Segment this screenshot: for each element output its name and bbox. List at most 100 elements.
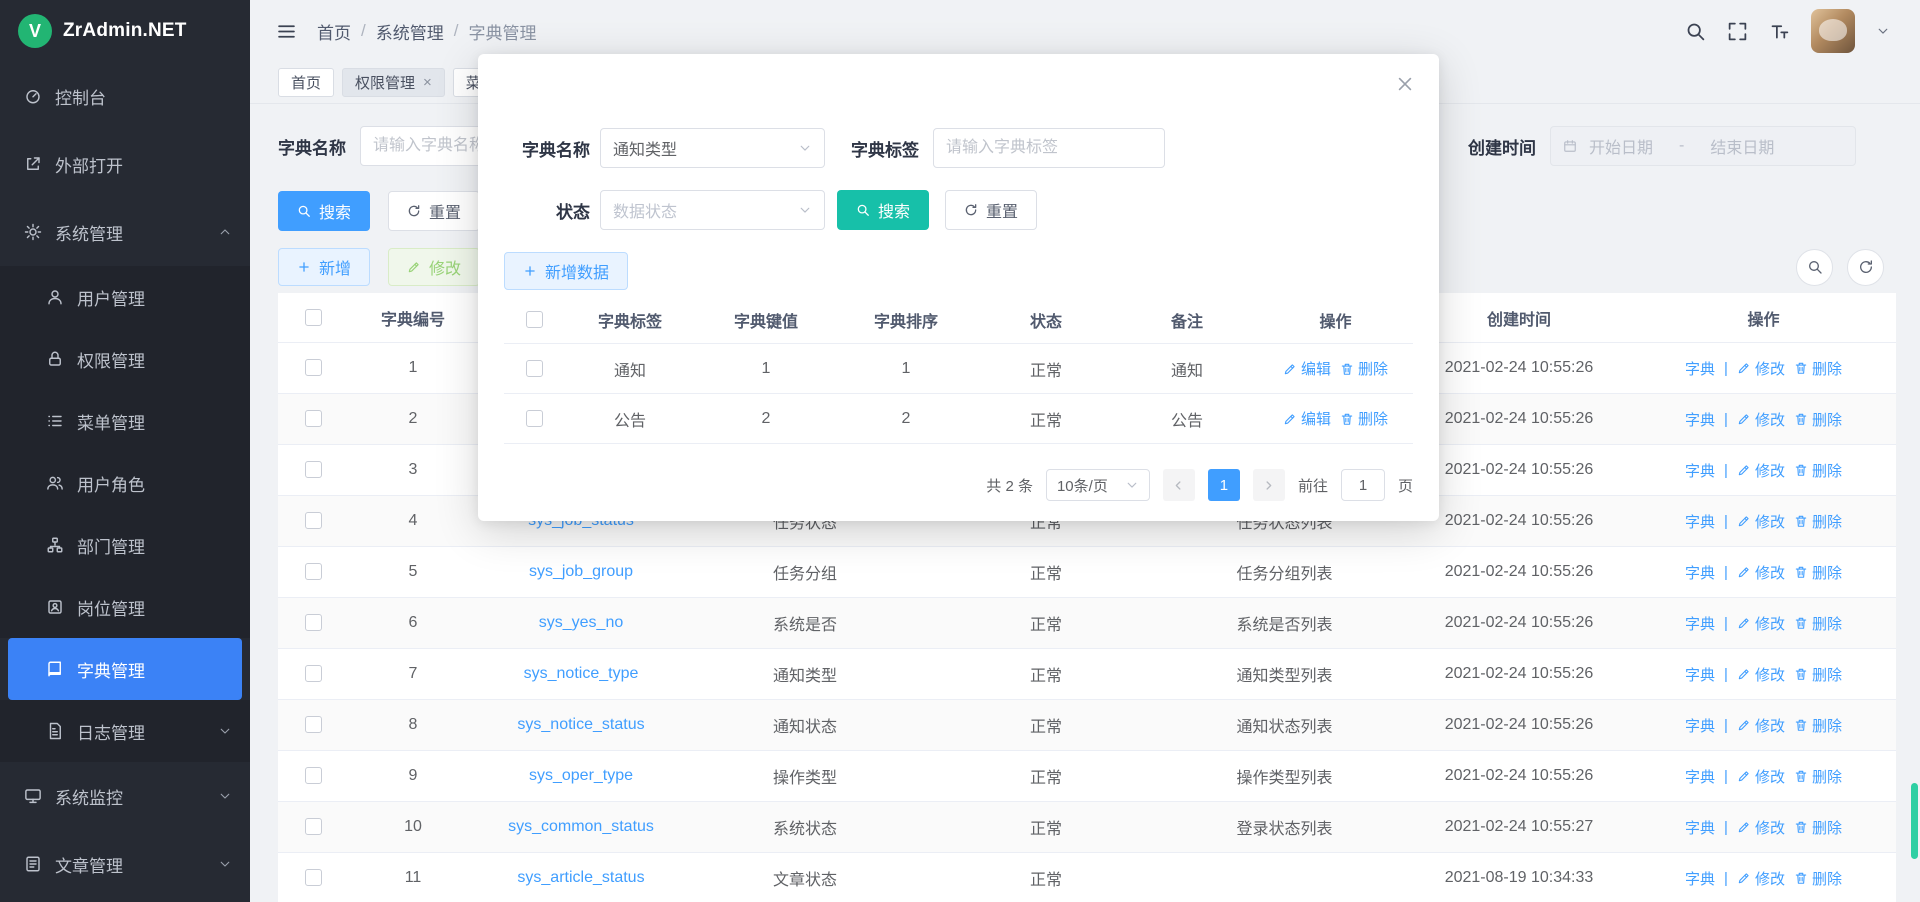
row-checkbox[interactable] bbox=[526, 410, 543, 427]
sidebar-item-user-role[interactable]: 用户角色 bbox=[0, 452, 250, 514]
modal-reset-button[interactable]: 重置 bbox=[945, 190, 1037, 230]
dict-label-input[interactable] bbox=[933, 128, 1165, 168]
dict-type-link[interactable]: sys_article_status bbox=[517, 869, 644, 886]
add-button[interactable]: 新增 bbox=[278, 248, 370, 286]
row-checkbox[interactable] bbox=[305, 461, 322, 478]
row-checkbox[interactable] bbox=[526, 360, 543, 377]
edit-link[interactable]: 修改 bbox=[1737, 460, 1785, 481]
goto-page-input[interactable] bbox=[1341, 469, 1385, 501]
dict-link[interactable]: 字典 bbox=[1685, 715, 1715, 736]
row-checkbox[interactable] bbox=[305, 512, 322, 529]
delete-link[interactable]: 删除 bbox=[1794, 766, 1842, 787]
edit-link[interactable]: 修改 bbox=[1737, 511, 1785, 532]
delete-link[interactable]: 删除 bbox=[1794, 511, 1842, 532]
dict-link[interactable]: 字典 bbox=[1685, 868, 1715, 889]
row-checkbox[interactable] bbox=[305, 665, 322, 682]
dict-name-select[interactable]: 通知类型 bbox=[600, 128, 825, 168]
dict-link[interactable]: 字典 bbox=[1685, 460, 1715, 481]
row-checkbox[interactable] bbox=[305, 767, 322, 784]
breadcrumb-item[interactable]: 首页 bbox=[317, 19, 351, 44]
tab-home[interactable]: 首页 bbox=[278, 68, 334, 97]
avatar[interactable] bbox=[1811, 9, 1855, 53]
dict-link[interactable]: 字典 bbox=[1685, 562, 1715, 583]
breadcrumb-item[interactable]: 系统管理 bbox=[376, 19, 444, 44]
edit-link[interactable]: 修改 bbox=[1737, 715, 1785, 736]
app-logo[interactable]: V ZrAdmin.NET bbox=[0, 0, 250, 62]
delete-link[interactable]: 删除 bbox=[1340, 408, 1388, 429]
sidebar-item-dashboard[interactable]: 控制台 bbox=[0, 62, 250, 130]
scrollbar-thumb[interactable] bbox=[1911, 783, 1918, 859]
delete-link[interactable]: 删除 bbox=[1794, 409, 1842, 430]
edit-button[interactable]: 修改 bbox=[388, 248, 480, 286]
delete-link[interactable]: 删除 bbox=[1794, 868, 1842, 889]
edit-link[interactable]: 编辑 bbox=[1283, 358, 1331, 379]
sidebar-item-user-management[interactable]: 用户管理 bbox=[0, 266, 250, 328]
sidebar-item-system-monitor[interactable]: 系统监控 bbox=[0, 762, 250, 830]
delete-link[interactable]: 删除 bbox=[1794, 460, 1842, 481]
row-checkbox[interactable] bbox=[305, 869, 322, 886]
date-range-picker[interactable]: 开始日期 - 结束日期 bbox=[1550, 126, 1856, 166]
edit-link[interactable]: 修改 bbox=[1737, 664, 1785, 685]
font-size-icon[interactable] bbox=[1769, 21, 1790, 42]
edit-link[interactable]: 修改 bbox=[1737, 868, 1785, 889]
delete-link[interactable]: 删除 bbox=[1794, 562, 1842, 583]
edit-link[interactable]: 修改 bbox=[1737, 766, 1785, 787]
dict-type-link[interactable]: sys_common_status bbox=[508, 818, 654, 835]
dict-link[interactable]: 字典 bbox=[1685, 613, 1715, 634]
dict-link[interactable]: 字典 bbox=[1685, 817, 1715, 838]
tab-permission[interactable]: 权限管理× bbox=[342, 68, 445, 97]
delete-link[interactable]: 删除 bbox=[1794, 715, 1842, 736]
edit-link[interactable]: 修改 bbox=[1737, 409, 1785, 430]
modal-search-button[interactable]: 搜索 bbox=[837, 190, 929, 230]
edit-link[interactable]: 修改 bbox=[1737, 358, 1785, 379]
page-number-button[interactable]: 1 bbox=[1208, 469, 1240, 501]
row-checkbox[interactable] bbox=[305, 563, 322, 580]
sidebar-item-permission-management[interactable]: 权限管理 bbox=[0, 328, 250, 390]
next-page-button[interactable] bbox=[1253, 469, 1285, 501]
sidebar-item-external-open[interactable]: 外部打开 bbox=[0, 130, 250, 198]
breadcrumb-item[interactable]: 字典管理 bbox=[468, 19, 536, 44]
select-all-checkbox[interactable] bbox=[305, 309, 322, 326]
edit-link[interactable]: 修改 bbox=[1737, 817, 1785, 838]
sidebar-item-system-management[interactable]: 系统管理 bbox=[0, 198, 250, 266]
reset-button[interactable]: 重置 bbox=[388, 191, 480, 231]
chevron-down-icon[interactable] bbox=[1876, 24, 1890, 38]
edit-link[interactable]: 编辑 bbox=[1283, 408, 1331, 429]
prev-page-button[interactable] bbox=[1163, 469, 1195, 501]
row-checkbox[interactable] bbox=[305, 716, 322, 733]
dict-link[interactable]: 字典 bbox=[1685, 664, 1715, 685]
dict-type-link[interactable]: sys_notice_type bbox=[524, 665, 639, 682]
sidebar-item-article-management[interactable]: 文章管理 bbox=[0, 830, 250, 898]
sidebar-item-dict-management[interactable]: 字典管理 bbox=[8, 638, 242, 700]
sidebar-item-post-management[interactable]: 岗位管理 bbox=[0, 576, 250, 638]
dict-link[interactable]: 字典 bbox=[1685, 358, 1715, 379]
status-select[interactable]: 数据状态 bbox=[600, 190, 825, 230]
row-checkbox[interactable] bbox=[305, 614, 322, 631]
edit-link[interactable]: 修改 bbox=[1737, 613, 1785, 634]
row-checkbox[interactable] bbox=[305, 410, 322, 427]
page-size-select[interactable]: 10条/页 bbox=[1046, 469, 1150, 501]
refresh-table-button[interactable] bbox=[1847, 249, 1884, 286]
hamburger-icon[interactable] bbox=[276, 21, 297, 42]
delete-link[interactable]: 删除 bbox=[1794, 817, 1842, 838]
delete-link[interactable]: 删除 bbox=[1794, 664, 1842, 685]
dict-type-link[interactable]: sys_notice_status bbox=[517, 716, 644, 733]
edit-link[interactable]: 修改 bbox=[1737, 562, 1785, 583]
row-checkbox[interactable] bbox=[305, 359, 322, 376]
fullscreen-icon[interactable] bbox=[1727, 21, 1748, 42]
column-search-button[interactable] bbox=[1796, 249, 1833, 286]
sidebar-item-menu-management[interactable]: 菜单管理 bbox=[0, 390, 250, 452]
sidebar-item-log-management[interactable]: 日志管理 bbox=[0, 700, 250, 762]
dict-type-link[interactable]: sys_oper_type bbox=[529, 767, 633, 784]
dict-type-link[interactable]: sys_job_group bbox=[529, 563, 633, 580]
dict-type-link[interactable]: sys_yes_no bbox=[539, 614, 624, 631]
delete-link[interactable]: 删除 bbox=[1794, 613, 1842, 634]
search-button[interactable]: 搜索 bbox=[278, 191, 370, 231]
dict-link[interactable]: 字典 bbox=[1685, 409, 1715, 430]
search-icon[interactable] bbox=[1685, 21, 1706, 42]
dict-link[interactable]: 字典 bbox=[1685, 511, 1715, 532]
add-data-button[interactable]: 新增数据 bbox=[504, 252, 628, 290]
dict-link[interactable]: 字典 bbox=[1685, 766, 1715, 787]
close-icon[interactable] bbox=[1395, 74, 1415, 94]
row-checkbox[interactable] bbox=[305, 818, 322, 835]
